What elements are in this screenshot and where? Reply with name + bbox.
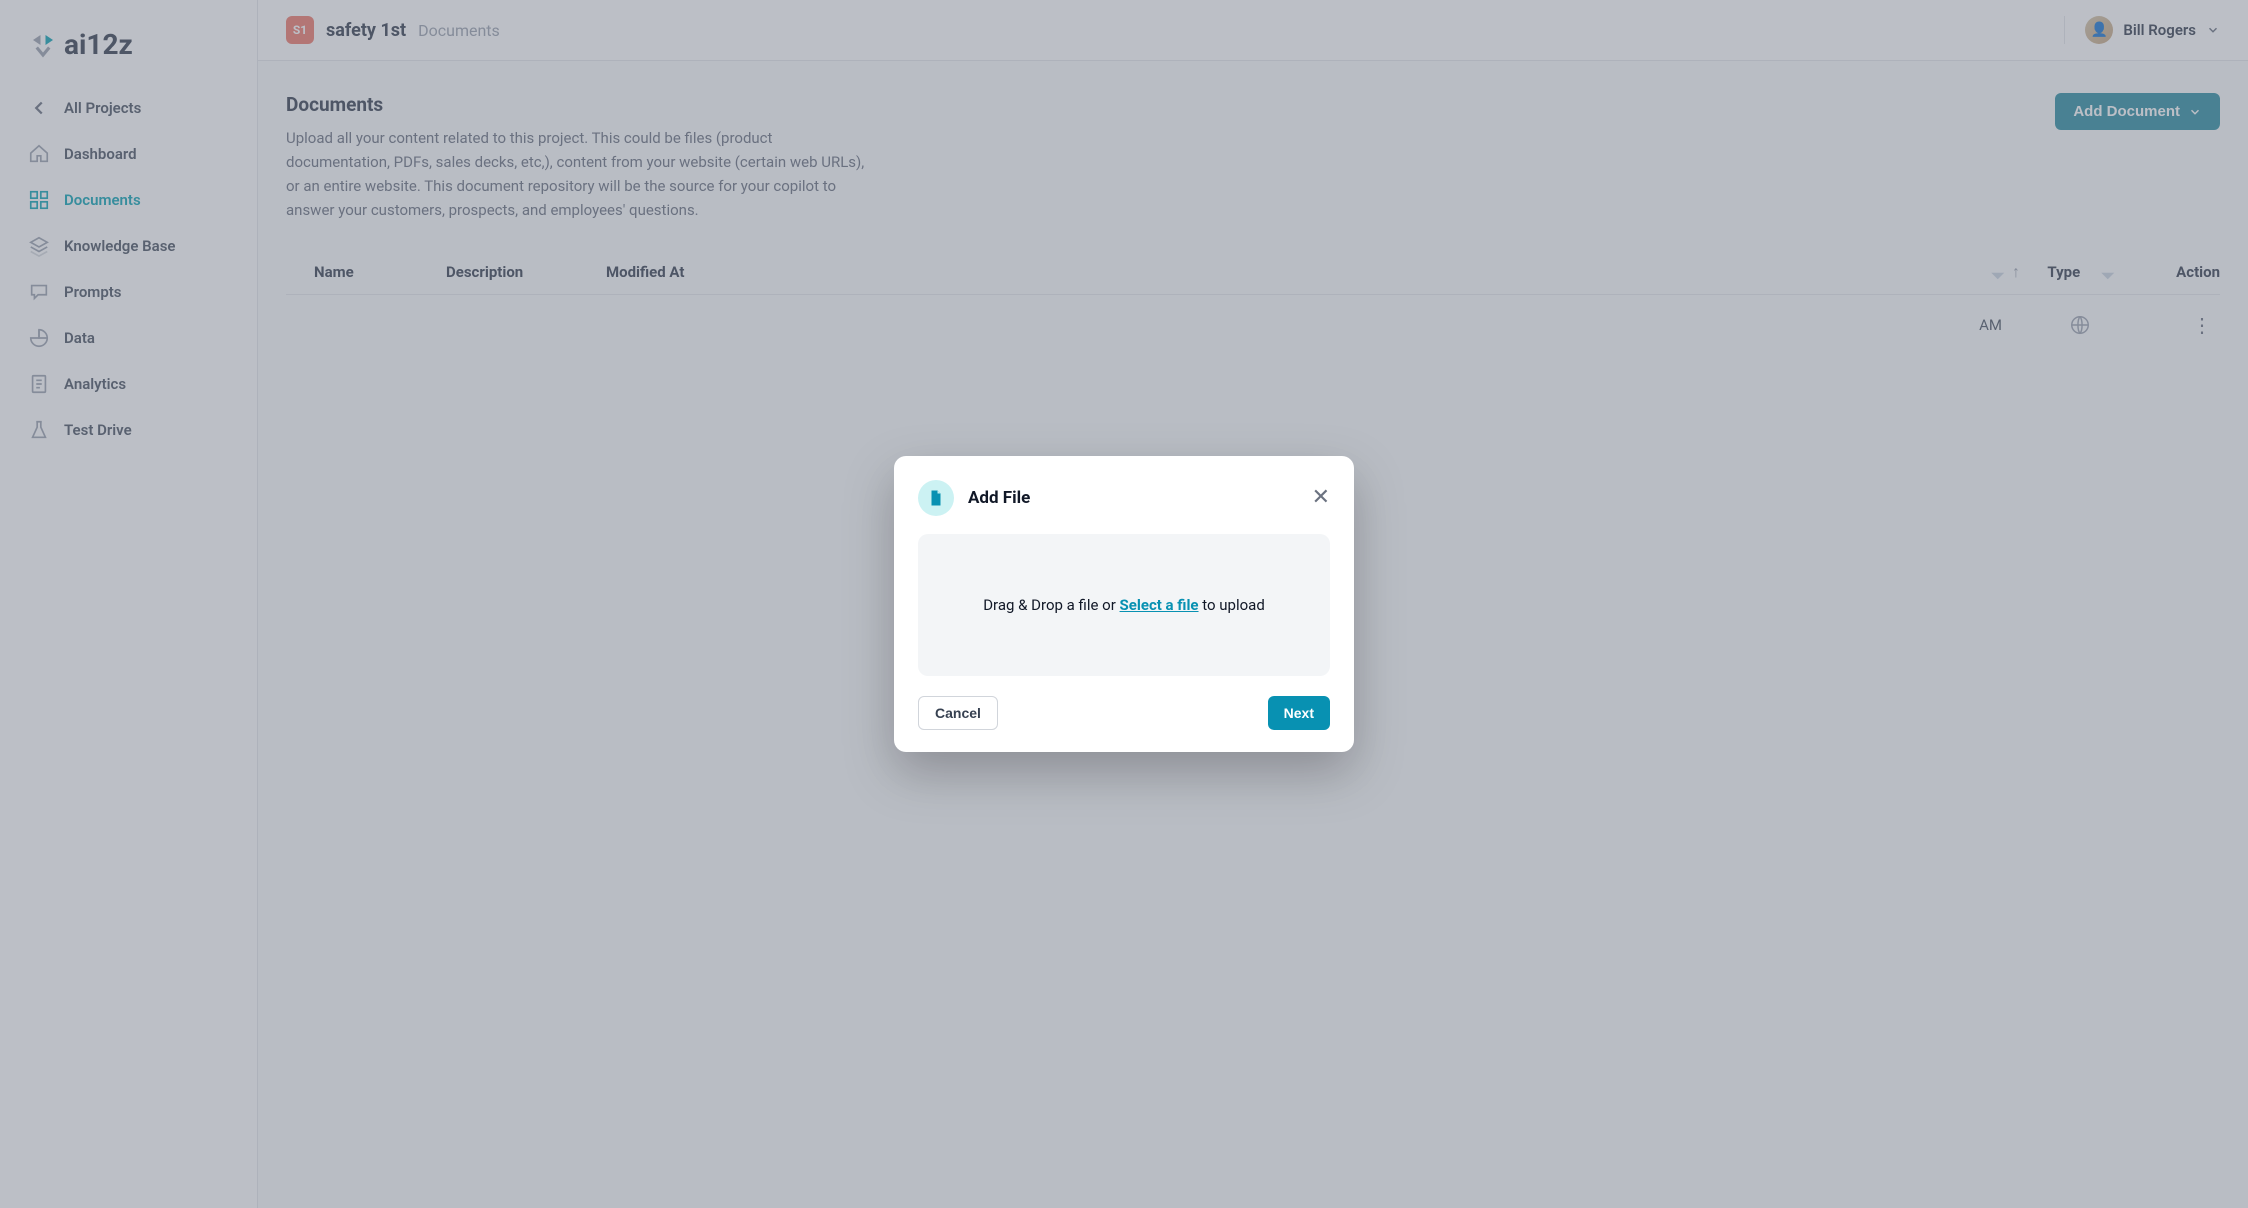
modal-title: Add File <box>968 488 1030 508</box>
drop-zone[interactable]: Drag & Drop a file or Select a file to u… <box>918 534 1330 676</box>
modal-overlay[interactable]: Add File ✕ Drag & Drop a file or Select … <box>0 0 2248 1208</box>
file-icon <box>918 480 954 516</box>
drop-text-prefix: Drag & Drop a file or <box>983 596 1119 614</box>
add-file-modal: Add File ✕ Drag & Drop a file or Select … <box>894 456 1354 752</box>
select-file-link[interactable]: Select a file <box>1120 596 1199 614</box>
next-button[interactable]: Next <box>1268 696 1330 730</box>
drop-text-suffix: to upload <box>1199 596 1265 614</box>
close-button[interactable]: ✕ <box>1312 487 1330 509</box>
cancel-button[interactable]: Cancel <box>918 696 998 730</box>
